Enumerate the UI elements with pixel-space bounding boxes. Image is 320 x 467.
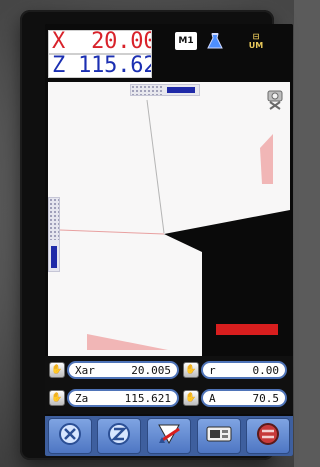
coordinate-fields: ✋ Xar 20.005 ✋ r 0.00 ✋ Za 115.621 ✋ A 7…	[45, 356, 293, 414]
a-field[interactable]: ✋ A 70.5	[183, 387, 287, 409]
hand-icon[interactable]: ✋	[49, 362, 65, 378]
photo-background: X 20.005 Z 115.621 M1 ⊟ UM	[0, 0, 294, 467]
za-label: Za	[75, 391, 89, 405]
z-axis-icon	[104, 421, 134, 451]
xar-input[interactable]: Xar 20.005	[67, 361, 179, 379]
x-coordinate-readout: X 20.005	[48, 30, 152, 54]
vertical-scale	[48, 197, 60, 272]
za-input[interactable]: Za 115.621	[67, 389, 179, 407]
red-marker-bar	[216, 324, 278, 335]
stop-button[interactable]	[246, 418, 291, 454]
r-field[interactable]: ✋ r 0.00	[183, 359, 287, 381]
z-axis-button[interactable]	[97, 418, 142, 454]
header: X 20.005 Z 115.621 M1 ⊟ UM	[45, 24, 293, 82]
za-field[interactable]: ✋ Za 115.621	[49, 387, 179, 409]
flask-icon[interactable]	[205, 32, 225, 50]
x-axis-button[interactable]	[47, 418, 92, 454]
unit-badge-label: UM	[248, 41, 264, 50]
stop-icon	[253, 421, 283, 451]
horizontal-scale	[130, 84, 200, 96]
horizontal-scale-bar	[167, 87, 195, 93]
xar-label: Xar	[75, 363, 95, 377]
hand-icon[interactable]: ✋	[183, 362, 199, 378]
r-input[interactable]: r 0.00	[201, 361, 287, 379]
unit-badge-ruler-icon: ⊟	[252, 32, 260, 41]
unit-badge[interactable]: ⊟ UM	[242, 32, 270, 50]
screen: X 20.005 Z 115.621 M1 ⊟ UM	[45, 24, 293, 456]
z-coordinate-readout: Z 115.621	[48, 54, 152, 78]
machine-button[interactable]	[196, 418, 241, 454]
tool-profile-icon	[153, 421, 185, 451]
camera-icon[interactable]	[266, 88, 284, 110]
vertical-scale-dots	[49, 198, 59, 240]
za-value: 115.621	[124, 391, 171, 405]
xar-field[interactable]: ✋ Xar 20.005	[49, 359, 179, 381]
a-label: A	[209, 391, 216, 405]
a-input[interactable]: A 70.5	[201, 389, 287, 407]
xar-value: 20.005	[131, 363, 171, 377]
horizontal-scale-dots	[131, 85, 163, 95]
hand-icon[interactable]: ✋	[49, 390, 65, 406]
x-axis-icon	[55, 421, 85, 451]
r-label: r	[209, 363, 216, 377]
profile-drawing	[48, 82, 290, 356]
machine-icon	[203, 421, 235, 451]
vertical-scale-bar	[51, 246, 57, 268]
tool-profile-canvas[interactable]	[48, 82, 290, 356]
tool-profile-button[interactable]	[146, 418, 191, 454]
hand-icon[interactable]: ✋	[183, 390, 199, 406]
a-value: 70.5	[252, 391, 280, 405]
spacer	[68, 155, 290, 158]
bottom-toolbar	[45, 416, 293, 456]
mode-badge[interactable]: M1	[175, 32, 197, 50]
r-value: 0.00	[252, 363, 280, 377]
